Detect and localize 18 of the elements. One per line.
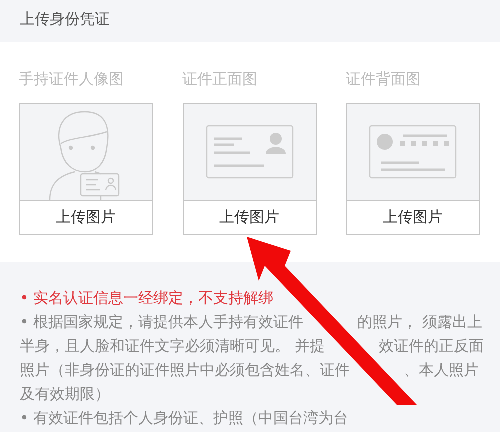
warning-text: • 实名认证信息一经绑定，不支持解绑	[20, 288, 274, 308]
section-title: 上传身份凭证	[20, 10, 110, 28]
upload-card[interactable]: 上传图片	[346, 103, 480, 235]
note-text: 、本人照片	[404, 360, 479, 380]
note-text: 照片（非身份证的证件照片中必须包含姓名、证件	[20, 360, 350, 380]
note-text: 及有效期限）	[20, 384, 110, 404]
note-text: 半身，且人脸和证件文字必须清晰可见。 并提	[20, 336, 325, 356]
upload-label: 证件正面图	[182, 70, 258, 90]
id-card-front-icon	[206, 125, 294, 179]
upload-label: 证件背面图	[346, 70, 422, 90]
note-text: • 有效证件包括个人身份证、护照（中国台湾为台	[20, 408, 349, 428]
note-text: 效证件的正反面	[378, 336, 484, 356]
upload-label: 手持证件人像图	[19, 70, 125, 90]
note-text: • 根据国家规定，请提供本人手持有效证件	[20, 312, 304, 332]
upload-card[interactable]: 上传图片	[182, 103, 316, 235]
upload-card[interactable]: 上传图片	[19, 103, 153, 235]
note-text: 的照片， 须露出上	[358, 312, 482, 332]
id-card-back-icon	[369, 125, 457, 179]
